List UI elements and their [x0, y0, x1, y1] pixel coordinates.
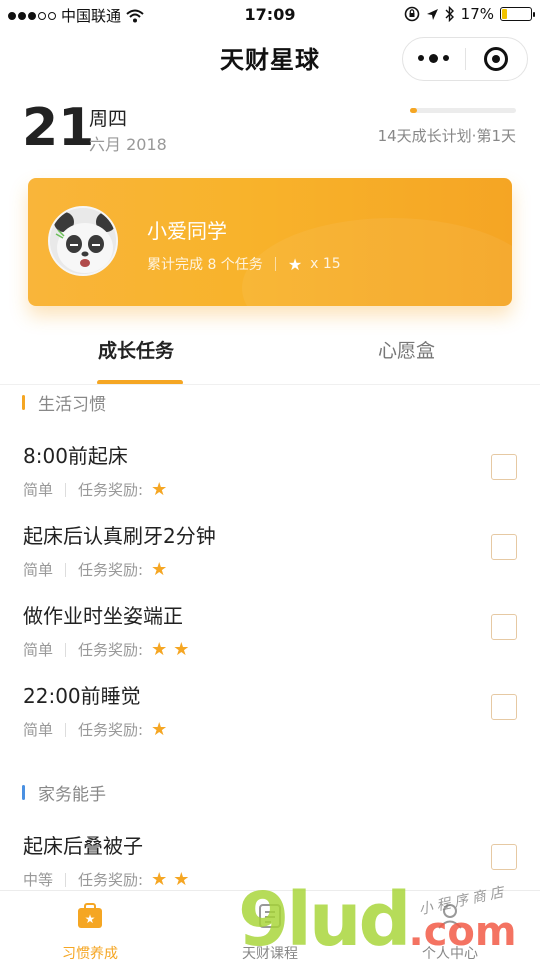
task-title: 起床后叠被子	[23, 834, 143, 858]
tab-wish-box[interactable]: 心愿盒	[378, 336, 435, 363]
profile-card[interactable]: 小爱同学 累计完成 8 个任务 ★ x 15	[28, 178, 512, 306]
battery-icon	[500, 7, 535, 21]
task-checkbox[interactable]	[491, 694, 517, 720]
task-item: 起床后认真刷牙2分钟 简单 任务奖励: ★	[23, 520, 523, 590]
username: 小爱同学	[147, 219, 227, 243]
task-title: 22:00前睡觉	[23, 684, 141, 708]
tabbar-label: 习惯养成	[62, 946, 118, 960]
profile-stats: 累计完成 8 个任务 ★ x 15	[147, 254, 341, 274]
watermark-brand: 9lud	[238, 877, 412, 960]
task-reward-stars: ★ ★	[151, 868, 190, 890]
star-icon: ★	[151, 638, 168, 660]
task-reward-label: 任务奖励:	[78, 481, 144, 499]
task-title: 做作业时坐姿端正	[23, 604, 183, 628]
task-reward-label: 任务奖励:	[78, 871, 144, 889]
task-title: 起床后认真刷牙2分钟	[23, 524, 216, 548]
target-icon	[484, 47, 509, 71]
task-reward-stars: ★	[151, 558, 168, 580]
star-icon: ★	[151, 558, 168, 580]
task-meta: 简单 任务奖励: ★	[23, 479, 167, 500]
task-reward-label: 任务奖励:	[78, 721, 144, 739]
rotation-lock-icon	[404, 6, 419, 22]
task-difficulty: 简单	[23, 721, 54, 739]
section-header-housework: 家务能手	[22, 780, 106, 805]
task-difficulty: 中等	[23, 871, 54, 889]
close-mini-program-button[interactable]	[465, 47, 527, 71]
avatar	[48, 206, 118, 276]
location-icon	[426, 8, 438, 20]
plan-progress-fill	[410, 108, 418, 113]
section-title: 家务能手	[38, 785, 106, 805]
task-checkbox[interactable]	[491, 534, 517, 560]
task-item: 8:00前起床 简单 任务奖励: ★	[23, 440, 523, 510]
task-item: 做作业时坐姿端正 简单 任务奖励: ★ ★	[23, 600, 523, 670]
task-difficulty: 简单	[23, 561, 54, 579]
task-checkbox[interactable]	[491, 844, 517, 870]
task-checkbox[interactable]	[491, 614, 517, 640]
task-reward-stars: ★	[151, 718, 168, 740]
task-meta: 简单 任务奖励: ★ ★	[23, 639, 189, 660]
task-meta: 简单 任务奖励: ★	[23, 559, 167, 580]
mini-program-capsule	[402, 37, 528, 81]
star-icon: ★	[151, 478, 168, 500]
task-difficulty: 简单	[23, 481, 54, 499]
more-menu-icon[interactable]	[403, 53, 465, 63]
battery-percent: 17%	[460, 5, 494, 23]
completed-count: 累计完成 8 个任务	[147, 257, 263, 273]
task-meta: 中等 任务奖励: ★ ★	[23, 869, 189, 890]
plan-text: 14天成长计划·第1天	[377, 127, 516, 145]
section-marker	[22, 395, 25, 410]
star-icon: ★	[173, 868, 190, 890]
task-reward-stars: ★ ★	[151, 638, 190, 660]
day-number: 21	[22, 98, 95, 158]
task-item: 22:00前睡觉 简单 任务奖励: ★	[23, 680, 523, 750]
month-year: 六月 2018	[89, 135, 167, 154]
star-icon: ★	[173, 638, 190, 660]
weekday: 周四	[89, 108, 128, 130]
section-title: 生活习惯	[38, 395, 106, 415]
task-difficulty: 简单	[23, 641, 54, 659]
status-bar: 中国联通 17:09 17%	[0, 0, 540, 30]
briefcase-star-icon: ★	[78, 903, 102, 928]
task-reward-label: 任务奖励:	[78, 641, 144, 659]
bluetooth-icon	[445, 6, 454, 22]
panda-avatar-icon	[50, 208, 116, 274]
section-header-life-habits: 生活习惯	[22, 390, 106, 415]
tab-growth-tasks[interactable]: 成长任务	[98, 336, 174, 363]
status-right: 17%	[404, 5, 535, 23]
star-icon: ★	[151, 718, 168, 740]
task-reward-label: 任务奖励:	[78, 561, 144, 579]
star-icon: ★	[151, 868, 168, 890]
task-meta: 简单 任务奖励: ★	[23, 719, 167, 740]
svg-text:★: ★	[85, 912, 96, 926]
task-title: 8:00前起床	[23, 444, 128, 468]
star-icon: ★	[287, 254, 303, 274]
tab-divider	[0, 384, 540, 385]
star-count: x 15	[310, 256, 341, 272]
tabbar-item-habits[interactable]: ★ 习惯养成	[30, 899, 150, 960]
plan-progress-bar	[410, 108, 516, 113]
task-reward-stars: ★	[151, 478, 168, 500]
task-checkbox[interactable]	[491, 454, 517, 480]
section-marker	[22, 785, 25, 800]
